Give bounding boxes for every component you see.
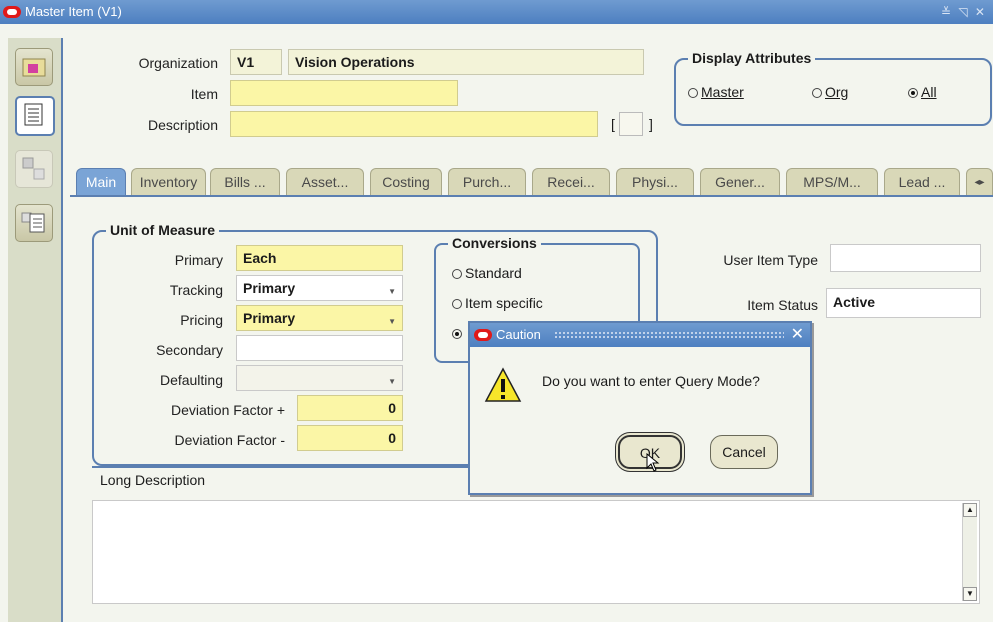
dialog-title: Caution bbox=[496, 327, 541, 342]
tracking-label: Tracking bbox=[169, 282, 223, 298]
scroll-down-icon[interactable]: ▼ bbox=[963, 587, 977, 601]
title-bar-grip bbox=[554, 331, 784, 339]
hierarchy-button[interactable] bbox=[15, 150, 53, 188]
tab-asset[interactable]: Asset... bbox=[286, 168, 364, 196]
secondary-uom-field[interactable] bbox=[236, 335, 403, 361]
tab-separator bbox=[70, 195, 993, 197]
uom-title: Unit of Measure bbox=[106, 222, 220, 238]
organization-code-field[interactable]: V1 bbox=[230, 49, 282, 75]
conversions-item-specific-label: Item specific bbox=[465, 295, 543, 311]
tab-receiving[interactable]: Recei... bbox=[532, 168, 610, 196]
dialog-close-icon[interactable]: ✕ bbox=[791, 323, 804, 347]
radio-org-icon bbox=[812, 88, 822, 98]
deviation-minus-label: Deviation Factor - bbox=[174, 432, 285, 448]
long-description-divider bbox=[92, 466, 472, 468]
tab-bills[interactable]: Bills ... bbox=[210, 168, 280, 196]
user-item-type-label: User Item Type bbox=[723, 252, 818, 268]
deviation-plus-label: Deviation Factor + bbox=[171, 402, 285, 418]
pricing-select[interactable]: Primary bbox=[236, 305, 403, 332]
warning-icon bbox=[484, 367, 522, 402]
bracket-left: [ bbox=[611, 116, 615, 132]
deviation-plus-field[interactable]: 0 bbox=[297, 395, 403, 421]
tab-purchasing[interactable]: Purch... bbox=[448, 168, 526, 196]
tab-scroll-button[interactable]: ◂▸ bbox=[966, 168, 993, 196]
organization-name-field[interactable]: Vision Operations bbox=[288, 49, 644, 75]
folder-button[interactable] bbox=[15, 48, 53, 86]
caution-dialog: Caution ✕ Do you want to enter Query Mod… bbox=[468, 321, 812, 495]
radio-both-icon bbox=[452, 329, 462, 339]
radio-all-icon bbox=[908, 88, 918, 98]
dialog-message: Do you want to enter Query Mode? bbox=[542, 373, 760, 389]
display-attributes-title: Display Attributes bbox=[688, 50, 816, 66]
conversions-item-specific-radio[interactable]: Item specific bbox=[452, 295, 543, 311]
window-title-bar: Master Item (V1) ≚ ◹ ✕ bbox=[0, 0, 993, 24]
item-list-button[interactable] bbox=[15, 204, 53, 242]
radio-standard-icon bbox=[452, 269, 462, 279]
oracle-logo-icon bbox=[474, 329, 492, 341]
tab-mps-mrp[interactable]: MPS/M... bbox=[786, 168, 878, 196]
display-master-radio[interactable]: Master bbox=[688, 84, 744, 100]
window-title: Master Item (V1) bbox=[25, 4, 122, 19]
item-status-label: Item Status bbox=[747, 297, 818, 313]
tab-inventory[interactable]: Inventory bbox=[131, 168, 206, 196]
tab-lead-times[interactable]: Lead ... bbox=[884, 168, 960, 196]
secondary-label: Secondary bbox=[156, 342, 223, 358]
flexfield-button[interactable] bbox=[619, 112, 643, 136]
bracket-right: ] bbox=[649, 116, 653, 132]
mouse-cursor-icon bbox=[646, 453, 660, 472]
display-org-radio[interactable]: Org bbox=[812, 84, 848, 100]
long-description-scrollbar[interactable]: ▲ ▼ bbox=[962, 503, 977, 601]
radio-item-specific-icon bbox=[452, 299, 462, 309]
item-field[interactable] bbox=[230, 80, 458, 106]
display-org-label: Org bbox=[825, 84, 849, 100]
left-toolbar bbox=[8, 38, 63, 622]
display-all-radio[interactable]: All bbox=[908, 84, 937, 100]
oracle-logo-icon bbox=[3, 6, 21, 18]
tab-costing[interactable]: Costing bbox=[370, 168, 442, 196]
tracking-select[interactable]: Primary bbox=[236, 275, 403, 302]
description-field[interactable] bbox=[230, 111, 598, 137]
item-status-field[interactable]: Active bbox=[826, 288, 981, 318]
user-item-type-field[interactable] bbox=[830, 244, 981, 272]
description-label: Description bbox=[147, 117, 218, 133]
defaulting-select[interactable] bbox=[236, 365, 403, 392]
conversions-both-radio[interactable] bbox=[452, 325, 465, 341]
cancel-button[interactable]: Cancel bbox=[710, 435, 778, 469]
tab-physical[interactable]: Physi... bbox=[616, 168, 694, 196]
document-button[interactable] bbox=[15, 96, 55, 136]
list-document-icon bbox=[24, 103, 43, 126]
display-all-label: All bbox=[921, 84, 937, 100]
pricing-label: Pricing bbox=[180, 312, 223, 328]
window-controls[interactable]: ≚ ◹ ✕ bbox=[941, 0, 987, 24]
organization-label: Organization bbox=[138, 55, 218, 71]
conversions-standard-radio[interactable]: Standard bbox=[452, 265, 522, 281]
dialog-title-bar: Caution ✕ bbox=[470, 323, 810, 347]
radio-master-icon bbox=[688, 88, 698, 98]
defaulting-label: Defaulting bbox=[159, 372, 223, 388]
primary-uom-field[interactable]: Each bbox=[236, 245, 403, 271]
tab-main[interactable]: Main bbox=[76, 168, 126, 196]
item-label: Item bbox=[190, 86, 218, 102]
folder-icon bbox=[22, 58, 46, 77]
display-master-label: Master bbox=[701, 84, 744, 100]
conversions-title: Conversions bbox=[448, 235, 541, 251]
long-description-label: Long Description bbox=[100, 472, 206, 488]
item-list-icon bbox=[21, 212, 45, 233]
hierarchy-icon bbox=[22, 157, 45, 180]
deviation-minus-field[interactable]: 0 bbox=[297, 425, 403, 451]
primary-label: Primary bbox=[174, 252, 223, 268]
long-description-field[interactable]: ▲ ▼ bbox=[92, 500, 980, 604]
tab-general[interactable]: Gener... bbox=[700, 168, 780, 196]
conversions-standard-label: Standard bbox=[465, 265, 522, 281]
scroll-up-icon[interactable]: ▲ bbox=[963, 503, 977, 517]
